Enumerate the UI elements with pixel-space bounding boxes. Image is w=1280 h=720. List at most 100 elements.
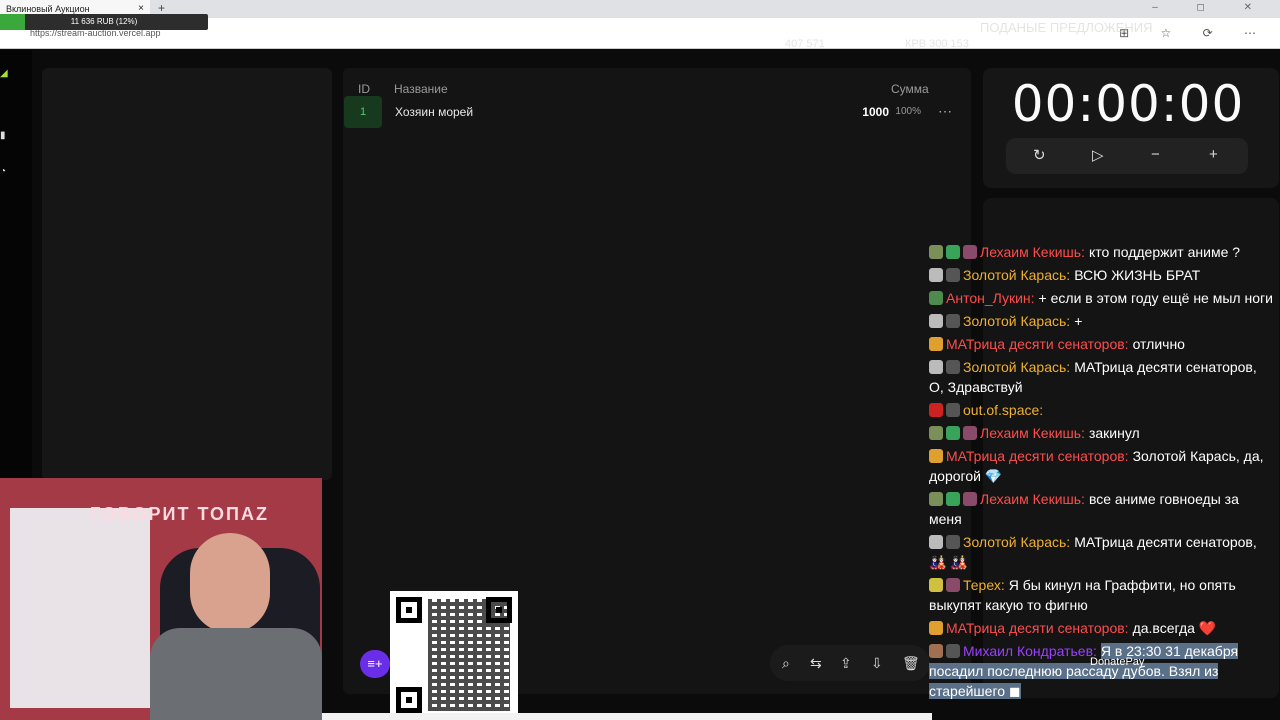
reset-timer-icon[interactable]: ↻ (1033, 146, 1046, 164)
play-icon[interactable]: ▷ (1092, 146, 1104, 164)
chat-badge-icon (929, 644, 943, 658)
chat-badge-icon (929, 314, 943, 328)
chat-badge-icon (946, 360, 960, 374)
chat-badge-icon (963, 492, 977, 506)
more-options-icon[interactable]: ⋯ (938, 103, 952, 120)
timer-controls: ↻ ▷ − + (1006, 138, 1248, 174)
left-sidebar-strip: ◢ ▮ ◔ (0, 50, 32, 480)
chat-username[interactable]: Золотой Карась: (963, 313, 1070, 329)
chat-username[interactable]: Лехаим Кекишь: (980, 491, 1085, 507)
chat-message: Михаил Кондратьев: Я в 23:30 31 декабря п… (929, 641, 1274, 701)
tab-title: Вклиновый Аукцион (6, 4, 90, 14)
lot-id: 1 (344, 96, 382, 128)
chat-badge-icon (929, 403, 943, 417)
chat-username[interactable]: Лехаим Кекишь: (980, 425, 1085, 441)
chat-username[interactable]: Золотой Карась: (963, 267, 1070, 283)
overlay-value-1: 407 571 (785, 38, 825, 50)
chat-badge-icon (929, 621, 943, 635)
chat-username[interactable]: out.of.space: (963, 402, 1043, 418)
donatepay-label: DonatePay (1090, 656, 1145, 668)
add-lot-button[interactable]: ≡+ (360, 650, 390, 678)
lot-sum[interactable]: 1000 (862, 105, 889, 119)
column-header-name[interactable]: Название (394, 82, 448, 96)
chat-badge-icon (929, 535, 943, 549)
trash-icon[interactable]: 🗑 (902, 655, 920, 672)
settings-icon[interactable]: ◔ (0, 166, 8, 177)
chat-badge-icon (946, 403, 960, 417)
chat-badge-icon (946, 644, 960, 658)
column-header-id[interactable]: ID (358, 82, 370, 96)
chat-badge-icon (929, 291, 943, 305)
chat-message: Лехаим Кекишь: все аниме говноеды за меня (929, 489, 1274, 529)
neon-sign: ГОВОРИТ ТОПАZ (90, 504, 269, 524)
chat-message: Золотой Карась: МАТрица десяти сенаторов,… (929, 357, 1274, 397)
qr-modules (428, 599, 510, 711)
chat-message: МАТрица десяти сенаторов: да.всегда ❤️ (929, 618, 1274, 638)
chat-badge-icon (946, 492, 960, 506)
background-shelf (10, 508, 150, 708)
lot-name[interactable]: Хозяин морей (395, 105, 473, 119)
upload-icon[interactable]: ⇪ (840, 655, 852, 672)
chat-badge-icon (946, 426, 960, 440)
chat-badge-icon (946, 578, 960, 592)
decrease-time-icon[interactable]: − (1151, 146, 1160, 163)
chat-badge-icon (929, 492, 943, 506)
search-icon[interactable]: ⌕ (782, 655, 790, 672)
new-tab-button[interactable]: + (158, 1, 165, 15)
table-row[interactable]: 1 Хозяин морей 1000 100% ⋯ (344, 96, 970, 128)
chat-badge-icon (929, 360, 943, 374)
chat-username[interactable]: МАТрица десяти сенаторов: (946, 448, 1129, 464)
swap-icon[interactable]: ⇆ (810, 655, 822, 672)
chat-text: закинул (1088, 425, 1140, 441)
chat-message: Лехаим Кекишь: закинул (929, 423, 1274, 443)
window-controls[interactable]: – ◻ ✕ (1152, 2, 1270, 13)
chat-badge-icon (963, 426, 977, 440)
timer-display: 00:00:00 (1011, 75, 1245, 133)
streamer-face (190, 533, 270, 633)
chat-badge-icon (929, 245, 943, 259)
donation-progress-bar: 11 636 RUB (12%) (0, 14, 208, 30)
chat-message: Золотой Карась: ВСЮ ЖИЗНЬ БРАТ (929, 265, 1274, 285)
chat-badge-icon (946, 245, 960, 259)
chat-badge-icon (946, 268, 960, 282)
chat-badge-icon (929, 268, 943, 282)
overlay-value-2: КРВ 300 153 (905, 38, 969, 50)
chat-message: out.of.space: (929, 400, 1274, 420)
overlay-value-3: ПОДАНЫЕ ПРЕДЛОЖЕНИЯ (980, 20, 1153, 35)
donation-qr-code (390, 591, 518, 720)
qr-finder-bottom-left (396, 687, 422, 713)
chat-text: + (1074, 313, 1083, 329)
download-icon[interactable]: ⇩ (871, 655, 883, 672)
menu-icon[interactable]: ▮ (0, 130, 8, 141)
logo-icon: ◢ (0, 68, 8, 79)
table-actions-bar: ⌕ ⇆ ⇪ ⇩ 🗑 (770, 645, 930, 681)
chat-message: Антон_Лукин: + если в этом году ещё не мы… (929, 288, 1274, 308)
chat-badge-icon (929, 449, 943, 463)
chat-username[interactable]: МАТрица десяти сенаторов: (946, 620, 1129, 636)
chat-message: Лехаим Кекишь: кто поддержит аниме ? (929, 242, 1274, 262)
chat-badge-icon (946, 535, 960, 549)
donation-progress-text: 11 636 RUB (12%) (70, 17, 138, 26)
chat-message: Терех: Я бы кинул на Граффити, но опять в… (929, 575, 1274, 615)
chat-badge-icon (963, 245, 977, 259)
increase-time-icon[interactable]: + (1209, 146, 1218, 163)
chat-username[interactable]: Лехаим Кекишь: (980, 244, 1085, 260)
chat-username[interactable]: Михаил Кондратьев: (963, 643, 1097, 659)
chat-username[interactable]: Терех: (963, 577, 1005, 593)
chat-username[interactable]: Золотой Карась: (963, 534, 1070, 550)
chat-username[interactable]: МАТрица десяти сенаторов: (946, 336, 1129, 352)
column-header-sum[interactable]: Сумма (891, 82, 929, 96)
chat-badge-icon (929, 578, 943, 592)
lot-percent: 100% (895, 106, 921, 117)
chat-message: МАТрица десяти сенаторов: отлично (929, 334, 1274, 354)
chat-text: + если в этом году ещё не мыл ноги (1038, 290, 1273, 306)
chat-message: Золотой Карась: + (929, 311, 1274, 331)
chat-username[interactable]: Золотой Карась: (963, 359, 1070, 375)
chat-text: ВСЮ ЖИЗНЬ БРАТ (1074, 267, 1201, 283)
chat-message: МАТрица десяти сенаторов: Золотой Карась,… (929, 446, 1274, 486)
webcam-feed: ГОВОРИТ ТОПАZ (0, 478, 322, 720)
chat-message: Золотой Карась: МАТрица десяти сенаторов,… (929, 532, 1274, 572)
chat-badge-icon (929, 426, 943, 440)
chat-username[interactable]: Антон_Лукин: (946, 290, 1035, 306)
left-panel (42, 68, 332, 480)
